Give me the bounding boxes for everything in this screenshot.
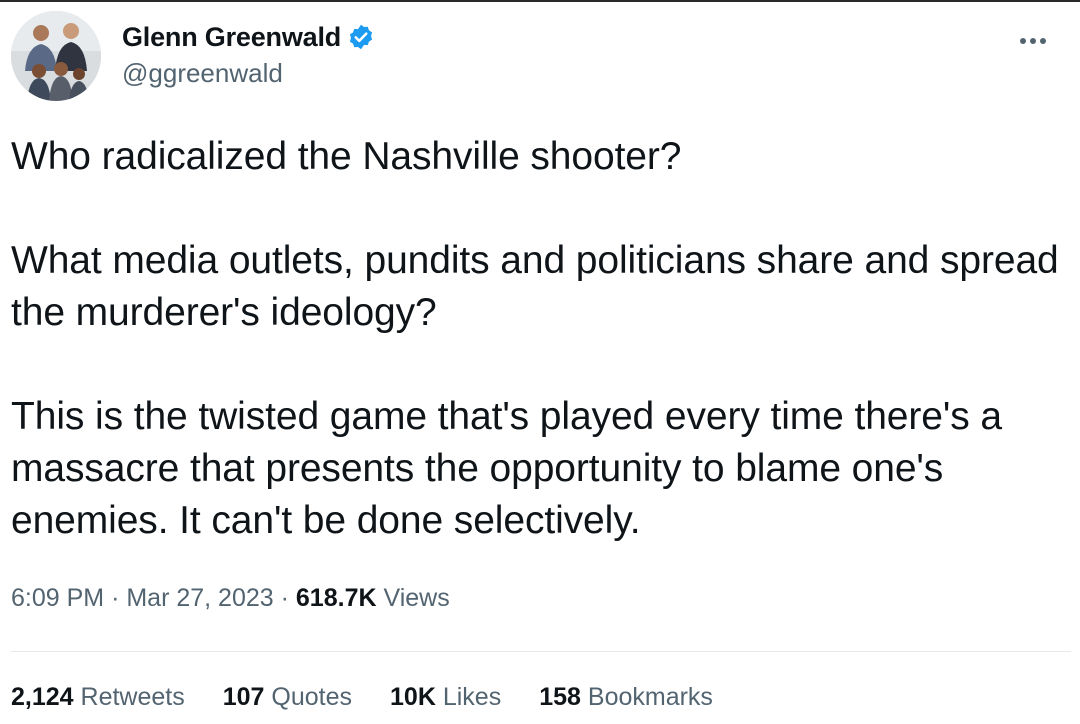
handle[interactable]: @ggreenwald xyxy=(122,58,375,89)
quotes-count: 107 xyxy=(222,683,265,711)
author-info: Glenn Greenwald @ggreenwald xyxy=(122,20,375,89)
tweet-paragraph: This is the twisted game that's played e… xyxy=(11,395,1002,542)
avatar[interactable] xyxy=(11,11,101,101)
top-border xyxy=(0,0,1080,2)
tweet-header: Glenn Greenwald @ggreenwald xyxy=(11,11,1071,106)
retweets-label: Retweets xyxy=(80,683,185,711)
display-name[interactable]: Glenn Greenwald xyxy=(122,22,341,53)
divider xyxy=(11,651,1071,652)
tweet-paragraph: What media outlets, pundits and politici… xyxy=(11,239,1059,334)
tweet-date[interactable]: Mar 27, 2023 xyxy=(126,584,273,612)
bookmarks-stat[interactable]: 158 Bookmarks xyxy=(539,683,713,712)
likes-label: Likes xyxy=(442,683,502,711)
likes-count: 10K xyxy=(390,683,436,711)
name-row: Glenn Greenwald xyxy=(122,20,375,54)
meta-separator: · xyxy=(111,584,120,612)
more-options-icon[interactable] xyxy=(1013,31,1053,51)
views-label: Views xyxy=(383,584,450,612)
bookmarks-label: Bookmarks xyxy=(587,683,713,711)
avatar-image xyxy=(11,11,101,101)
retweets-count: 2,124 xyxy=(11,683,74,711)
quotes-label: Quotes xyxy=(271,683,353,711)
tweet-time[interactable]: 6:09 PM xyxy=(11,584,104,612)
tweet-paragraph: Who radicalized the Nashville shooter? xyxy=(11,135,682,178)
views-count: 618.7K xyxy=(295,584,377,612)
likes-stat[interactable]: 10K Likes xyxy=(390,683,501,712)
bookmarks-count: 158 xyxy=(539,683,581,711)
meta-separator: · xyxy=(280,584,289,612)
engagement-stats: 2,124 Retweets 107 Quotes 10K Likes 158 … xyxy=(11,683,751,712)
quotes-stat[interactable]: 107 Quotes xyxy=(223,683,352,712)
tweet-text: Who radicalized the Nashville shooter? W… xyxy=(11,131,1071,547)
retweets-stat[interactable]: 2,124 Retweets xyxy=(11,683,185,712)
tweet-meta: 6:09 PM · Mar 27, 2023 · 618.7K Views xyxy=(11,584,450,613)
verified-badge-icon xyxy=(347,23,375,51)
